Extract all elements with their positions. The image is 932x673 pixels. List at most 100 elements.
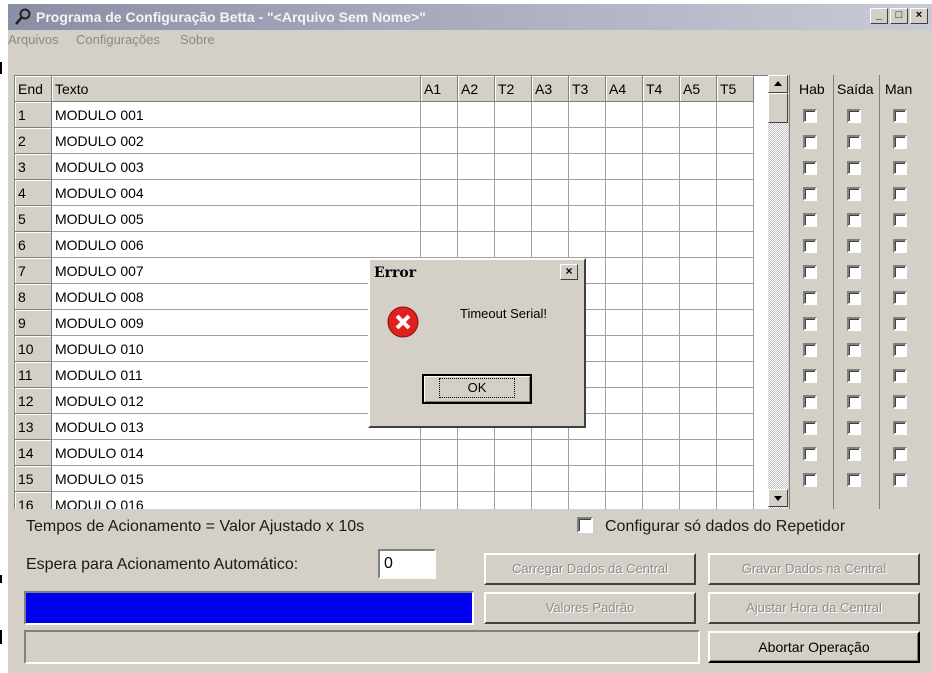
grid-cell[interactable] (569, 128, 606, 154)
grid-cell[interactable] (532, 440, 569, 466)
man-checkbox[interactable] (893, 213, 907, 227)
saida-checkbox[interactable] (847, 161, 861, 175)
grid-cell[interactable] (458, 128, 495, 154)
grid-cell[interactable] (532, 466, 569, 492)
grid-cell[interactable] (643, 388, 680, 414)
grid-cell[interactable] (532, 154, 569, 180)
grid-cell[interactable] (680, 128, 717, 154)
row-text-cell[interactable]: MODULO 003 (52, 154, 421, 180)
grid-cell[interactable] (717, 180, 754, 206)
grid-cell[interactable] (717, 284, 754, 310)
grid-cell[interactable] (680, 362, 717, 388)
hab-checkbox[interactable] (803, 291, 817, 305)
grid-cell[interactable] (606, 336, 643, 362)
repetidor-checkbox[interactable] (577, 517, 593, 533)
row-text-cell[interactable]: MODULO 014 (52, 440, 421, 466)
man-checkbox[interactable] (893, 343, 907, 357)
grid-cell[interactable] (643, 154, 680, 180)
grid-cell[interactable] (495, 206, 532, 232)
grid-cell[interactable] (606, 232, 643, 258)
grid-cell[interactable] (717, 102, 754, 128)
grid-cell[interactable] (421, 154, 458, 180)
grid-cell[interactable] (606, 440, 643, 466)
man-checkbox[interactable] (893, 161, 907, 175)
hab-checkbox[interactable] (803, 239, 817, 253)
grid-cell[interactable] (569, 440, 606, 466)
grid-cell[interactable] (717, 414, 754, 440)
grid-cell[interactable] (680, 154, 717, 180)
row-text-cell[interactable]: MODULO 001 (52, 102, 421, 128)
row-address[interactable]: 12 (15, 388, 52, 414)
carregar-dados-button[interactable]: Carregar Dados da Central (484, 553, 696, 585)
row-text-cell[interactable]: MODULO 005 (52, 206, 421, 232)
hab-checkbox[interactable] (803, 135, 817, 149)
grid-cell[interactable] (421, 180, 458, 206)
grid-cell[interactable] (569, 180, 606, 206)
grid-cell[interactable] (495, 128, 532, 154)
hab-checkbox[interactable] (803, 369, 817, 383)
grid-cell[interactable] (458, 232, 495, 258)
close-button[interactable]: × (910, 8, 928, 24)
dialog-close-button[interactable]: × (560, 264, 578, 280)
grid-cell[interactable] (680, 414, 717, 440)
row-address[interactable]: 16 (15, 492, 52, 509)
saida-checkbox[interactable] (847, 213, 861, 227)
row-address[interactable]: 7 (15, 258, 52, 284)
grid-cell[interactable] (606, 284, 643, 310)
grid-cell[interactable] (643, 206, 680, 232)
menu-configuracoes[interactable]: Configurações (76, 32, 160, 47)
grid-cell[interactable] (643, 492, 680, 509)
row-text-cell[interactable]: MODULO 004 (52, 180, 421, 206)
man-checkbox[interactable] (893, 239, 907, 253)
grid-cell[interactable] (643, 102, 680, 128)
grid-cell[interactable] (421, 440, 458, 466)
saida-checkbox[interactable] (847, 369, 861, 383)
grid-cell[interactable] (643, 466, 680, 492)
grid-cell[interactable] (680, 336, 717, 362)
row-text-cell[interactable]: MODULO 013 (52, 414, 421, 440)
minimize-button[interactable]: _ (870, 8, 888, 24)
row-text-cell[interactable]: MODULO 011 (52, 362, 421, 388)
hab-checkbox[interactable] (803, 265, 817, 279)
grid-cell[interactable] (569, 102, 606, 128)
grid-cell[interactable] (680, 284, 717, 310)
man-checkbox[interactable] (893, 369, 907, 383)
grid-cell[interactable] (680, 492, 717, 509)
grid-cell[interactable] (680, 466, 717, 492)
grid-cell[interactable] (606, 180, 643, 206)
grid-cell[interactable] (421, 466, 458, 492)
grid-cell[interactable] (569, 232, 606, 258)
grid-cell[interactable] (680, 180, 717, 206)
grid-cell[interactable] (606, 362, 643, 388)
grid-cell[interactable] (680, 440, 717, 466)
grid-cell[interactable] (606, 128, 643, 154)
saida-checkbox[interactable] (847, 421, 861, 435)
grid-cell[interactable] (680, 102, 717, 128)
grid-cell[interactable] (606, 154, 643, 180)
grid-cell[interactable] (495, 102, 532, 128)
grid-cell[interactable] (458, 440, 495, 466)
grid-cell[interactable] (569, 492, 606, 509)
grid-cell[interactable] (680, 388, 717, 414)
man-checkbox[interactable] (893, 135, 907, 149)
grid-cell[interactable] (606, 206, 643, 232)
grid-cell[interactable] (421, 206, 458, 232)
row-address[interactable]: 15 (15, 466, 52, 492)
grid-cell[interactable] (606, 466, 643, 492)
man-checkbox[interactable] (893, 265, 907, 279)
grid-cell[interactable] (532, 128, 569, 154)
row-text-cell[interactable]: MODULO 006 (52, 232, 421, 258)
hab-checkbox[interactable] (803, 161, 817, 175)
grid-cell[interactable] (643, 128, 680, 154)
ok-button[interactable]: OK (422, 374, 532, 404)
grid-cell[interactable] (569, 466, 606, 492)
row-address[interactable]: 4 (15, 180, 52, 206)
hab-checkbox[interactable] (803, 343, 817, 357)
saida-checkbox[interactable] (847, 265, 861, 279)
row-address[interactable]: 5 (15, 206, 52, 232)
saida-checkbox[interactable] (847, 447, 861, 461)
saida-checkbox[interactable] (847, 395, 861, 409)
grid-cell[interactable] (717, 232, 754, 258)
grid-cell[interactable] (495, 180, 532, 206)
row-address[interactable]: 2 (15, 128, 52, 154)
